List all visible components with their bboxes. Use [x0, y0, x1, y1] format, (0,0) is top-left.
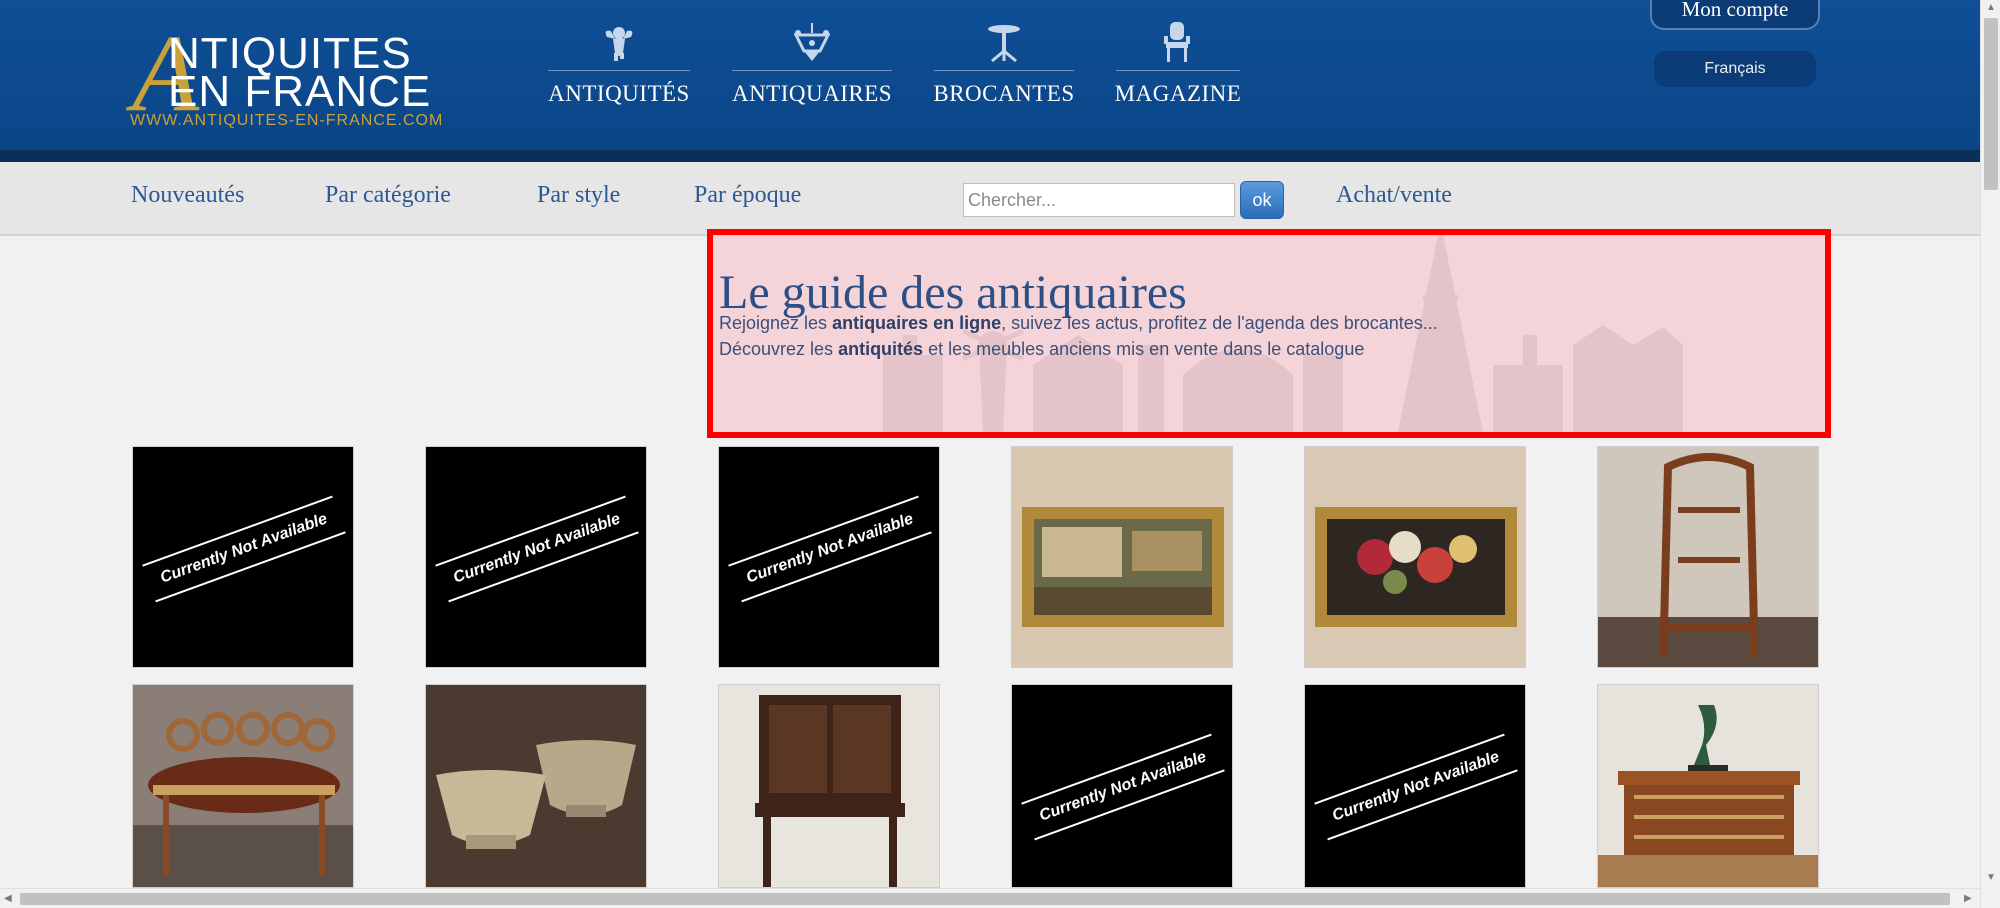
account-button[interactable]: Mon compte: [1650, 0, 1820, 30]
main-nav-label: ANTIQUAIRES: [731, 81, 893, 106]
antiquaires-link[interactable]: antiquaires en ligne: [832, 313, 1001, 333]
main-nav-magazine[interactable]: MAGAZINE: [1114, 22, 1242, 112]
text-span: et les meubles anciens mis en vente dans…: [923, 339, 1365, 359]
product-thumb[interactable]: Currently Not Available: [1011, 684, 1233, 888]
search-input[interactable]: [963, 183, 1235, 217]
text-span: Découvrez les: [719, 339, 839, 359]
nav-rule: [1116, 70, 1240, 71]
main-nav-label: MAGAZINE: [1114, 81, 1242, 106]
subnav-nouveautes[interactable]: Nouveautés: [131, 182, 244, 209]
product-thumb[interactable]: Currently Not Available: [1304, 684, 1526, 888]
logo-url: WWW.ANTIQUITES-EN-FRANCE.COM: [130, 112, 444, 129]
chandelier-icon: [790, 22, 834, 64]
hero-banner: Le guide des antiquaires Rejoignez les a…: [707, 229, 1831, 438]
antiquites-link[interactable]: antiquités: [838, 339, 923, 359]
scroll-left-icon[interactable]: ◀: [4, 893, 12, 904]
text-span: , suivez les actus, profitez de l'agenda…: [1001, 313, 1438, 333]
language-selector[interactable]: Français: [1654, 51, 1816, 87]
table-icon: [982, 22, 1026, 64]
not-available-label: Currently Not Available: [728, 495, 932, 603]
main-nav-label: ANTIQUITÉS: [548, 81, 690, 106]
scroll-down-icon[interactable]: ▼: [1986, 872, 1996, 883]
not-available-label: Currently Not Available: [1021, 733, 1225, 841]
product-thumb[interactable]: Currently Not Available: [132, 446, 354, 668]
main-nav-label: BROCANTES: [933, 81, 1075, 106]
site-logo[interactable]: A NTIQUITES EN FRANCE WWW.ANTIQUITES-EN-…: [128, 18, 448, 134]
main-nav: ANTIQUITÉS ANTIQUAIRES BROCANTES MAGAZIN…: [548, 22, 1282, 112]
text-span: Rejoignez les: [719, 313, 833, 333]
site-header: A NTIQUITES EN FRANCE WWW.ANTIQUITES-EN-…: [0, 0, 1980, 162]
horizontal-scroll-thumb[interactable]: [20, 893, 1950, 905]
product-thumb[interactable]: [1011, 446, 1233, 668]
product-thumb[interactable]: [132, 684, 354, 888]
product-thumb[interactable]: [1597, 446, 1819, 668]
nav-rule: [548, 70, 690, 71]
commode-statue-image: [1598, 685, 1818, 887]
product-thumb[interactable]: [1304, 446, 1526, 668]
product-thumb[interactable]: [425, 684, 647, 888]
not-available-label: Currently Not Available: [142, 495, 346, 603]
hero-line-2: Découvrez les antiquités et les meubles …: [719, 339, 1364, 360]
painting-flowers-image: [1305, 447, 1525, 667]
product-thumb[interactable]: [718, 684, 940, 888]
vitrine-image: [1598, 447, 1818, 667]
cabinet-image: [719, 685, 939, 887]
scroll-up-icon[interactable]: ▲: [1986, 2, 1996, 13]
sub-nav: Nouveautés Par catégorie Par style Par é…: [0, 162, 1980, 236]
not-available-label: Currently Not Available: [1314, 733, 1518, 841]
round-table-image: [133, 685, 353, 887]
horizontal-scrollbar[interactable]: ◀ ▶: [0, 888, 1980, 908]
subnav-par-epoque[interactable]: Par époque: [694, 182, 801, 209]
subnav-par-categorie[interactable]: Par catégorie: [325, 182, 451, 209]
vertical-scrollbar[interactable]: ▲ ▼: [1980, 0, 2000, 908]
product-thumb[interactable]: [1597, 684, 1819, 888]
cherub-icon: [597, 22, 641, 64]
vertical-scroll-thumb[interactable]: [1984, 18, 1998, 190]
not-available-label: Currently Not Available: [435, 495, 639, 603]
stone-bowls-image: [426, 685, 646, 887]
subnav-par-style[interactable]: Par style: [537, 182, 620, 209]
hero-line-1: Rejoignez les antiquaires en ligne, suiv…: [719, 313, 1438, 334]
scroll-right-icon[interactable]: ▶: [1964, 893, 1972, 904]
logo-line-2: EN FRANCE: [168, 67, 432, 116]
nav-rule: [732, 70, 892, 71]
search-ok-button[interactable]: ok: [1240, 181, 1284, 219]
product-thumb[interactable]: Currently Not Available: [425, 446, 647, 668]
nav-rule: [934, 70, 1074, 71]
main-nav-antiquites[interactable]: ANTIQUITÉS: [548, 22, 690, 112]
subnav-achat-vente[interactable]: Achat/vente: [1336, 182, 1452, 209]
product-thumb[interactable]: Currently Not Available: [718, 446, 940, 668]
painting-village-image: [1012, 447, 1232, 667]
chair-icon: [1156, 22, 1200, 64]
hero-title: Le guide des antiquaires: [719, 266, 1187, 319]
main-nav-brocantes[interactable]: BROCANTES: [933, 22, 1075, 112]
main-nav-antiquaires[interactable]: ANTIQUAIRES: [732, 22, 892, 112]
